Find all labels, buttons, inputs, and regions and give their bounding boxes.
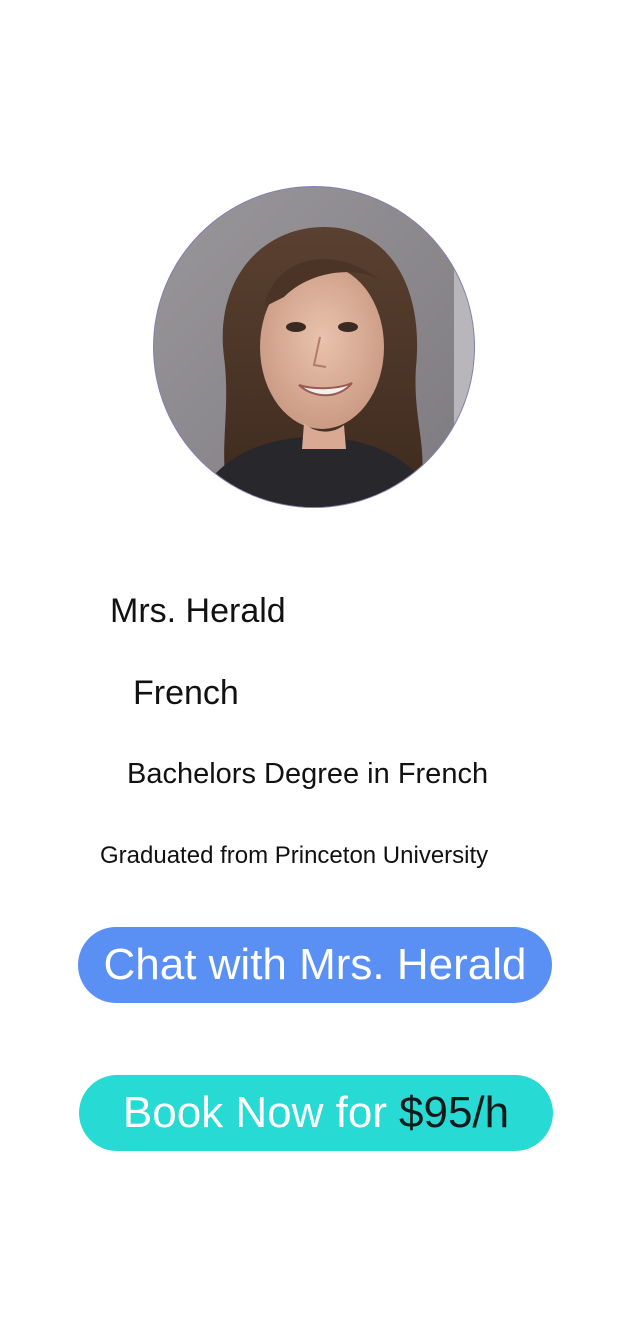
- book-now-button[interactable]: Book Now for $95/h: [79, 1075, 553, 1151]
- tutor-name: Mrs. Herald: [110, 592, 286, 630]
- book-button-label: Book Now for: [122, 1088, 387, 1137]
- chat-button-label: Chat with Mrs. Herald: [103, 940, 527, 989]
- chat-button[interactable]: Chat with Mrs. Herald: [78, 927, 552, 1003]
- tutor-education: Graduated from Princeton University: [100, 842, 489, 869]
- portrait-image: [154, 187, 474, 507]
- tutor-subject: French: [133, 674, 239, 712]
- avatar: [154, 187, 474, 507]
- tutor-degree: Bachelors Degree in French: [127, 758, 489, 790]
- book-button-price: $95/h: [399, 1088, 510, 1137]
